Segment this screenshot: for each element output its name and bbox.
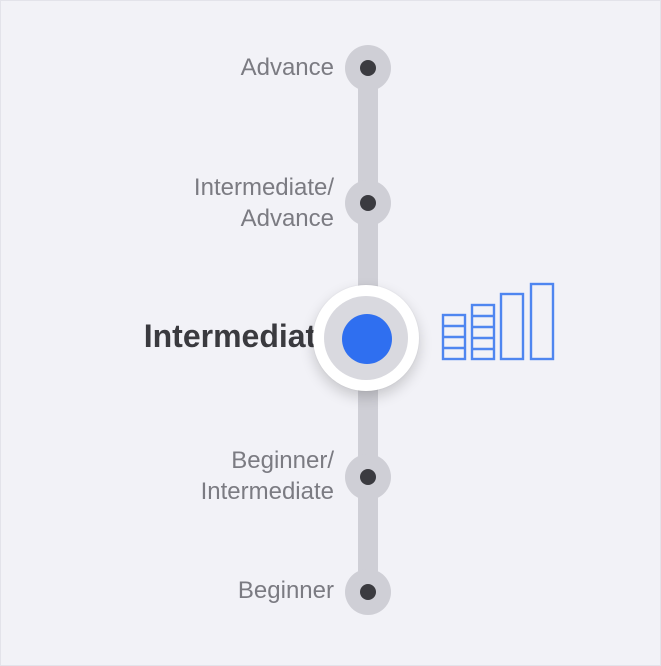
slider-thumb-intermediate[interactable] <box>313 285 419 391</box>
level-label-text: Beginner <box>237 577 334 604</box>
level-node-advance[interactable] <box>345 45 391 91</box>
level-dot <box>360 584 376 600</box>
level-label-line2: Intermediate <box>200 478 334 505</box>
level-label-intermediate-advance[interactable]: Intermediate/ Advance <box>194 172 334 234</box>
level-bars-icon <box>441 282 555 361</box>
level-bars-icon-bars <box>441 282 555 361</box>
level-label-advance[interactable]: Advance <box>241 52 334 83</box>
bar-3 <box>499 292 525 361</box>
level-dot <box>360 60 376 76</box>
level-node-beginner[interactable] <box>345 569 391 615</box>
bar-4 <box>529 282 555 361</box>
level-node-intermediate-advance[interactable] <box>345 180 391 226</box>
level-node-beginner-intermediate[interactable] <box>345 454 391 500</box>
slider-thumb-core <box>342 314 392 364</box>
level-label-beginner-intermediate[interactable]: Beginner/ Intermediate <box>201 445 334 507</box>
level-label-text: Advance <box>240 54 334 81</box>
level-label-beginner[interactable]: Beginner <box>238 575 334 606</box>
level-label-line1: Beginner/ <box>231 447 334 474</box>
level-label-line1: Intermediate/ <box>193 174 334 201</box>
level-dot <box>360 469 376 485</box>
level-slider-panel: Advance Intermediate/ Advance Intermedia… <box>0 0 661 666</box>
level-dot <box>360 195 376 211</box>
level-label-line2: Advance <box>240 205 334 232</box>
selected-level-text: Intermediate <box>143 318 334 354</box>
selected-level-label[interactable]: Intermediate <box>144 318 334 354</box>
bar-2 <box>470 303 496 361</box>
